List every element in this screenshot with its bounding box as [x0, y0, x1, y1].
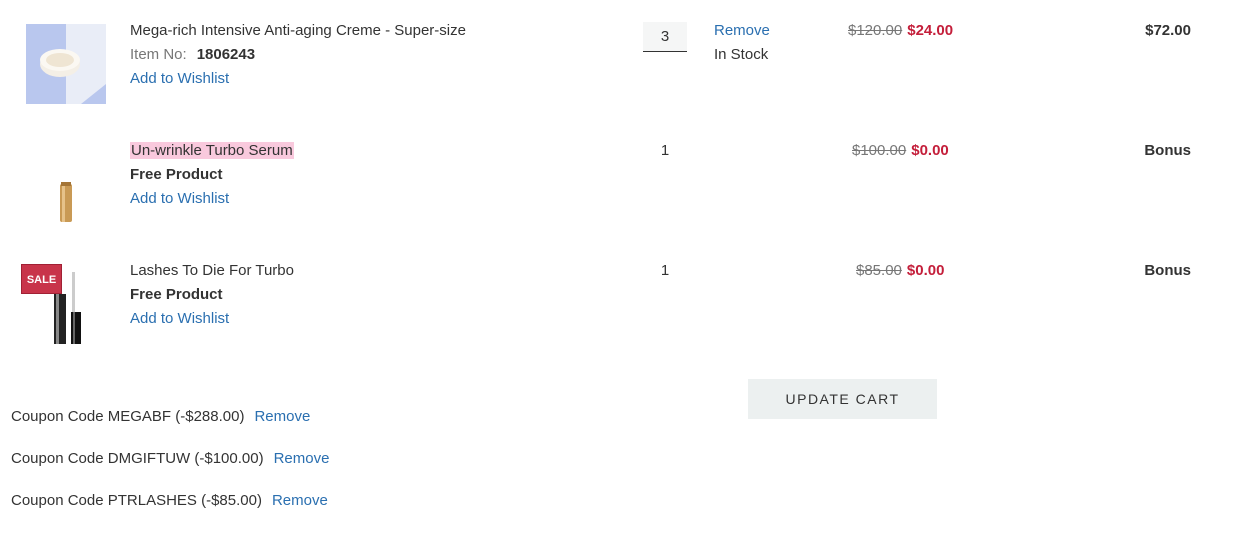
creme-jar-image — [26, 24, 106, 104]
add-to-wishlist-link[interactable]: Add to Wishlist — [130, 190, 229, 207]
cart-item-row: Un-wrinkle Turbo Serum Free Product Add … — [0, 142, 1244, 254]
remove-coupon-link[interactable]: Remove — [274, 450, 330, 467]
product-image-serum[interactable] — [26, 144, 106, 224]
price: $100.00 $0.00 — [852, 142, 949, 159]
item-number-label: Item No: — [130, 46, 187, 63]
sale-price: $0.00 — [911, 142, 949, 159]
price: $85.00 $0.00 — [856, 262, 944, 279]
stock-status: In Stock — [714, 46, 769, 63]
sale-price: $24.00 — [907, 22, 954, 39]
coupon-line: Coupon Code MEGABF (-$288.00) Remove — [11, 408, 310, 425]
free-product-label: Free Product — [130, 286, 223, 303]
item-number: Item No: 1806243 — [130, 46, 255, 63]
quantity-value: 1 — [660, 142, 670, 159]
coupon-line: Coupon Code DMGIFTUW (-$100.00) Remove — [11, 450, 329, 467]
price: $120.00 $24.00 — [848, 22, 953, 39]
remove-link[interactable]: Remove — [714, 22, 770, 39]
product-name[interactable]: Mega-rich Intensive Anti-aging Creme - S… — [130, 22, 466, 39]
coupon-text: Coupon Code DMGIFTUW (-$100.00) — [11, 450, 264, 467]
original-price: $100.00 — [852, 142, 907, 159]
cart-item-row: Mega-rich Intensive Anti-aging Creme - S… — [0, 22, 1244, 134]
add-to-wishlist-link[interactable]: Add to Wishlist — [130, 70, 229, 87]
remove-coupon-link[interactable]: Remove — [272, 492, 328, 509]
line-total: $72.00 — [1145, 22, 1191, 39]
coupon-text: Coupon Code MEGABF (-$288.00) — [11, 408, 245, 425]
coupon-text: Coupon Code PTRLASHES (-$85.00) — [11, 492, 262, 509]
remove-coupon-link[interactable]: Remove — [254, 408, 310, 425]
add-to-wishlist-link[interactable]: Add to Wishlist — [130, 310, 229, 327]
coupon-line: Coupon Code PTRLASHES (-$85.00) Remove — [11, 492, 328, 509]
update-cart-button[interactable]: UPDATE CART — [748, 379, 937, 419]
line-total: Bonus — [1144, 142, 1191, 159]
quantity-input[interactable]: 3 — [643, 22, 687, 52]
original-price: $85.00 — [856, 262, 902, 279]
product-name[interactable]: Lashes To Die For Turbo — [130, 262, 294, 279]
free-product-label: Free Product — [130, 166, 223, 183]
original-price: $120.00 — [848, 22, 903, 39]
product-image-creme[interactable] — [26, 24, 106, 104]
item-number-value: 1806243 — [196, 46, 256, 63]
product-name[interactable]: Un-wrinkle Turbo Serum — [130, 142, 294, 159]
serum-bottle-image — [60, 182, 72, 222]
sale-price: $0.00 — [906, 262, 945, 279]
sale-badge: SALE — [21, 264, 62, 294]
line-total: Bonus — [1144, 262, 1191, 279]
quantity-value: 1 — [660, 262, 670, 279]
cart-item-row: SALE Lashes To Die For Turbo Free Produc… — [0, 262, 1244, 374]
